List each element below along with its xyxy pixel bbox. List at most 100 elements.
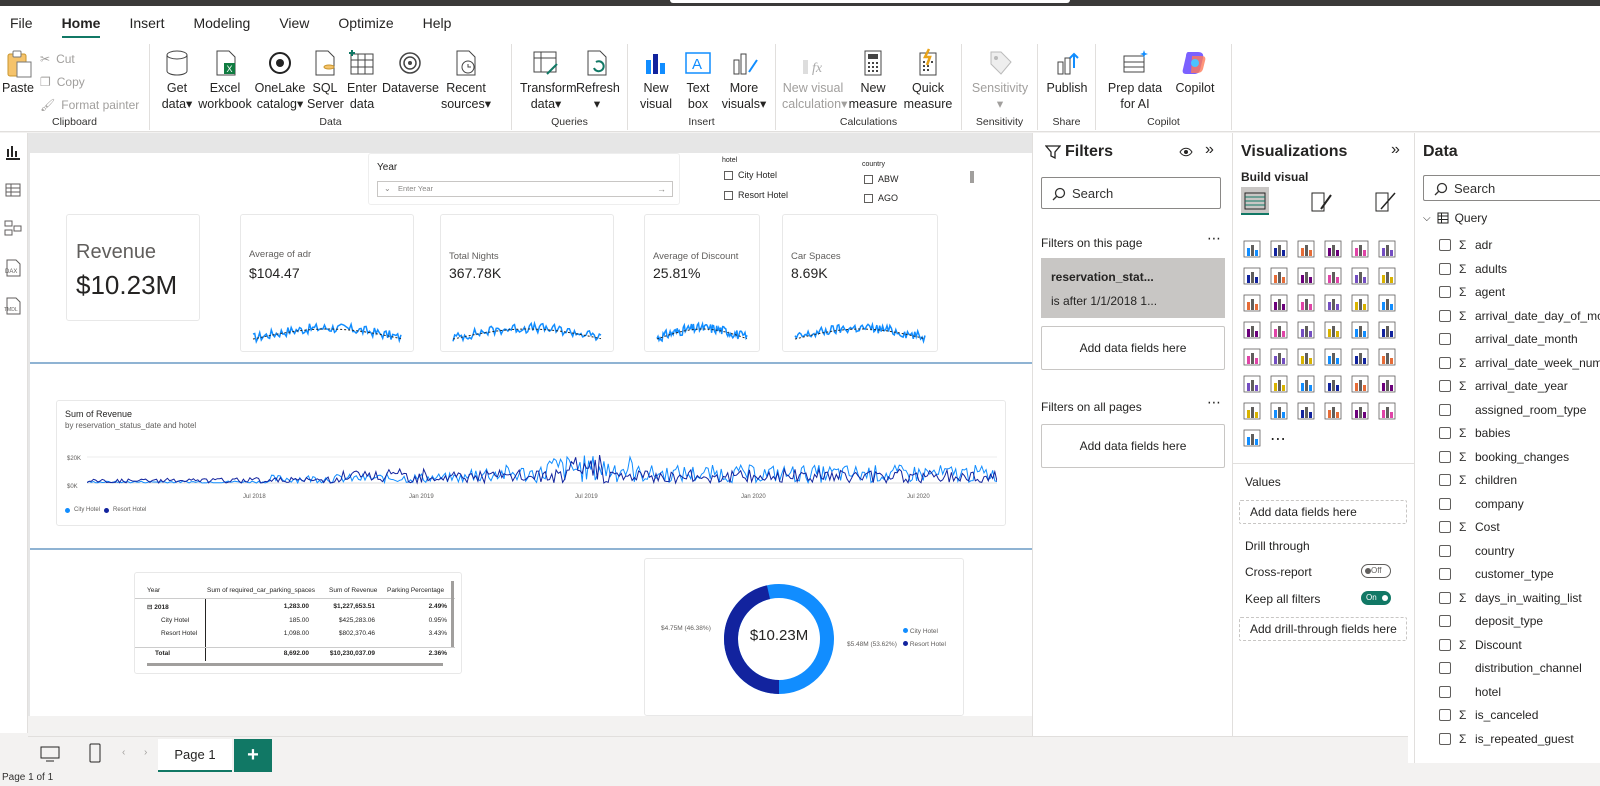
prep-data-button[interactable]: Prep data for AI [1102, 48, 1168, 112]
field-item[interactable]: Σis_canceled [1415, 703, 1600, 727]
hotel-option-resort[interactable]: Resort Hotel [724, 190, 788, 200]
visual-type-icon[interactable] [1351, 240, 1369, 258]
visual-type-icon[interactable] [1378, 294, 1396, 312]
revenue-card[interactable]: Revenue $10.23M [66, 214, 200, 321]
dax-query-view-icon[interactable]: DAX [4, 259, 22, 277]
kpi-card-nights[interactable]: Total Nights 367.78K [440, 214, 614, 352]
data-search-input[interactable]: Search [1423, 175, 1600, 201]
visual-type-icon[interactable] [1378, 375, 1396, 393]
visual-type-icon[interactable] [1243, 294, 1261, 312]
field-checkbox[interactable] [1439, 591, 1451, 604]
desktop-layout-icon[interactable] [40, 745, 60, 763]
field-item[interactable]: Σ Cost [1415, 515, 1600, 539]
tab-page-1[interactable]: Page 1 [158, 739, 232, 773]
parking-table[interactable]: Year Sum of required_car_parking_spaces … [134, 572, 462, 674]
field-checkbox[interactable] [1439, 356, 1451, 369]
menu-modeling[interactable]: Modeling [193, 6, 271, 40]
visual-type-icon[interactable] [1297, 321, 1315, 339]
kpi-card-discount[interactable]: Average of Discount 25.81% [644, 214, 760, 352]
get-data-button[interactable]: Get data▾ [158, 48, 196, 112]
field-item[interactable]: Σarrival_date_day_of_month [1415, 304, 1600, 328]
field-checkbox[interactable] [1439, 286, 1451, 298]
field-checkbox[interactable] [1439, 685, 1451, 698]
table-h-scrollbar[interactable] [147, 663, 443, 666]
menu-view[interactable]: View [279, 6, 330, 40]
visual-type-icon[interactable] [1378, 321, 1396, 339]
col-header[interactable]: Sum of Revenue [329, 587, 377, 594]
revenue-donut-chart[interactable]: $10.23M $4.75M (46.38%) $5.48M (53.62%) … [644, 558, 964, 716]
field-checkbox[interactable] [1439, 544, 1451, 557]
menu-optimize[interactable]: Optimize [338, 6, 414, 40]
visual-type-icon[interactable] [1297, 402, 1315, 420]
format-visual-icon[interactable] [1309, 189, 1335, 215]
collapse-filters-icon[interactable]: » [1205, 141, 1214, 159]
more-options-icon[interactable]: ⋯ [1207, 230, 1221, 247]
field-checkbox[interactable] [1439, 638, 1451, 651]
visual-type-icon[interactable] [1324, 321, 1342, 339]
col-header[interactable]: Year [147, 587, 160, 594]
visual-type-icon[interactable] [1270, 348, 1288, 366]
visual-type-icon[interactable] [1270, 375, 1288, 393]
dataverse-button[interactable]: Dataverse [382, 48, 439, 96]
field-checkbox[interactable] [1439, 262, 1451, 275]
field-checkbox[interactable] [1439, 309, 1451, 322]
report-view-icon[interactable] [4, 143, 22, 161]
excel-button[interactable]: X Excel workbook [198, 48, 252, 112]
field-checkbox[interactable] [1439, 709, 1451, 721]
visual-type-icon[interactable] [1324, 240, 1342, 258]
col-header[interactable]: Parking Percentage [387, 587, 444, 594]
visual-type-icon[interactable] [1324, 402, 1342, 420]
country-option-ago[interactable]: AGO [864, 193, 898, 203]
analytics-icon[interactable] [1373, 189, 1399, 215]
field-item[interactable]: Σarrival_date_week_number [1415, 351, 1600, 375]
enter-data-button[interactable]: Enter data [346, 48, 378, 112]
visual-type-icon[interactable] [1378, 267, 1396, 285]
kpi-card-car-spaces[interactable]: Car Spaces 8.69K [782, 214, 938, 352]
table-view-icon[interactable] [4, 181, 22, 199]
values-field-well[interactable]: Add data fields here [1239, 500, 1407, 524]
new-visual-button[interactable]: New visual [638, 48, 674, 112]
visual-type-icon[interactable] [1351, 294, 1369, 312]
visual-type-icon[interactable] [1297, 348, 1315, 366]
field-checkbox[interactable] [1439, 732, 1451, 745]
visual-type-icon[interactable] [1351, 348, 1369, 366]
menu-help[interactable]: Help [423, 6, 473, 40]
table-row[interactable]: City Hotel 185.00 $425,283.06 0.95% [135, 617, 455, 629]
field-item[interactable]: arrival_date_month [1415, 327, 1600, 351]
collapse-viz-icon[interactable]: » [1391, 141, 1400, 159]
visual-type-icon[interactable] [1297, 267, 1315, 285]
visual-type-icon[interactable] [1378, 240, 1396, 258]
field-item[interactable]: Σbooking_changes [1415, 445, 1600, 469]
filters-search-input[interactable]: Search [1041, 177, 1221, 209]
visual-type-icon[interactable] [1324, 267, 1342, 285]
mobile-layout-icon[interactable] [88, 743, 102, 763]
year-slicer[interactable]: Year ⌄ Enter Year → [368, 153, 680, 205]
field-checkbox[interactable] [1439, 474, 1451, 486]
more-options-icon[interactable]: ⋯ [1207, 394, 1221, 411]
field-checkbox[interactable] [1439, 662, 1451, 674]
visual-type-icon[interactable] [1270, 402, 1288, 420]
visual-type-icon[interactable] [1378, 402, 1396, 420]
model-view-icon[interactable] [4, 219, 22, 237]
field-checkbox[interactable] [1439, 521, 1451, 533]
visual-type-icon[interactable] [1297, 294, 1315, 312]
copy-button[interactable]: ❐ Copy [40, 75, 85, 89]
visual-type-icon[interactable] [1270, 321, 1288, 339]
visual-type-icon[interactable] [1243, 348, 1261, 366]
visual-type-icon[interactable] [1324, 375, 1342, 393]
field-checkbox[interactable] [1439, 239, 1451, 251]
eye-icon[interactable] [1179, 147, 1193, 157]
menu-home[interactable]: Home [61, 6, 122, 40]
copilot-button[interactable]: Copilot [1172, 48, 1218, 96]
field-item[interactable]: distribution_channel [1415, 656, 1600, 680]
tmdl-view-icon[interactable]: TMDL [4, 297, 22, 315]
field-item[interactable]: Σbabies [1415, 421, 1600, 445]
country-option-abw[interactable]: ABW [864, 174, 899, 184]
drill-through-field-well[interactable]: Add drill-through fields here [1239, 617, 1407, 641]
visual-type-icon[interactable] [1243, 402, 1261, 420]
sensitivity-button[interactable]: Sensitivity ▾ [970, 48, 1030, 112]
field-checkbox[interactable] [1439, 380, 1451, 392]
refresh-button[interactable]: Refresh ▾ [576, 48, 620, 112]
col-header[interactable]: Sum of required_car_parking_spaces [207, 587, 315, 594]
field-item[interactable]: Σadr [1415, 233, 1600, 257]
